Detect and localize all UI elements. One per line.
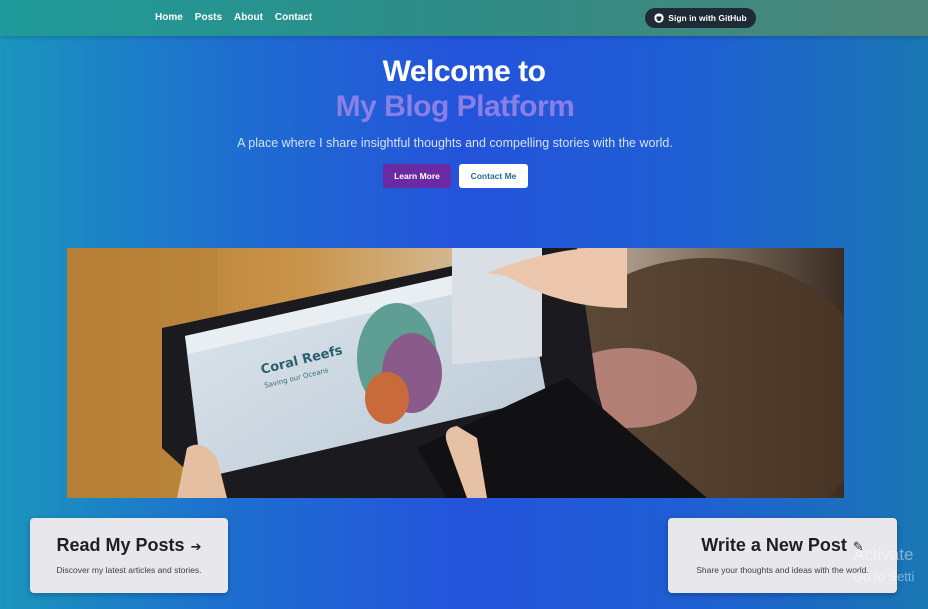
nav-about-link[interactable]: About	[234, 12, 263, 23]
settings-watermark: Go to Setti	[853, 569, 915, 584]
nav-home-link[interactable]: Home	[155, 12, 183, 23]
hero-subtitle: A place where I share insightful thought…	[237, 136, 673, 150]
activate-watermark: Activate	[853, 545, 914, 564]
read-posts-card[interactable]: Read My Posts ➔ Discover my latest articl…	[30, 518, 228, 593]
nav-links: Home Posts About Contact	[155, 12, 312, 23]
read-posts-title: Read My Posts ➔	[30, 535, 228, 556]
github-icon	[654, 13, 664, 23]
navbar: Home Posts About Contact Sign in with Gi…	[0, 0, 928, 36]
hero-title-line1: Welcome to	[382, 55, 546, 88]
github-signin-button[interactable]: Sign in with GitHub	[645, 8, 756, 28]
arrow-right-icon: ➔	[190, 539, 202, 554]
contact-me-button[interactable]: Contact Me	[459, 164, 528, 188]
nav-posts-link[interactable]: Posts	[195, 12, 222, 23]
hero-image: Coral Reefs Saving our Oceans	[67, 248, 844, 498]
hero-title-line2: My Blog Platform	[335, 90, 575, 123]
read-posts-title-text: Read My Posts	[56, 535, 185, 555]
learn-more-button[interactable]: Learn More	[383, 164, 451, 188]
read-posts-description: Discover my latest articles and stories.	[56, 565, 202, 575]
github-signin-label: Sign in with GitHub	[668, 13, 747, 23]
nav-contact-link[interactable]: Contact	[275, 12, 312, 23]
write-post-title-text: Write a New Post	[701, 535, 847, 555]
laptop-photo: Coral Reefs Saving our Oceans	[67, 248, 844, 498]
